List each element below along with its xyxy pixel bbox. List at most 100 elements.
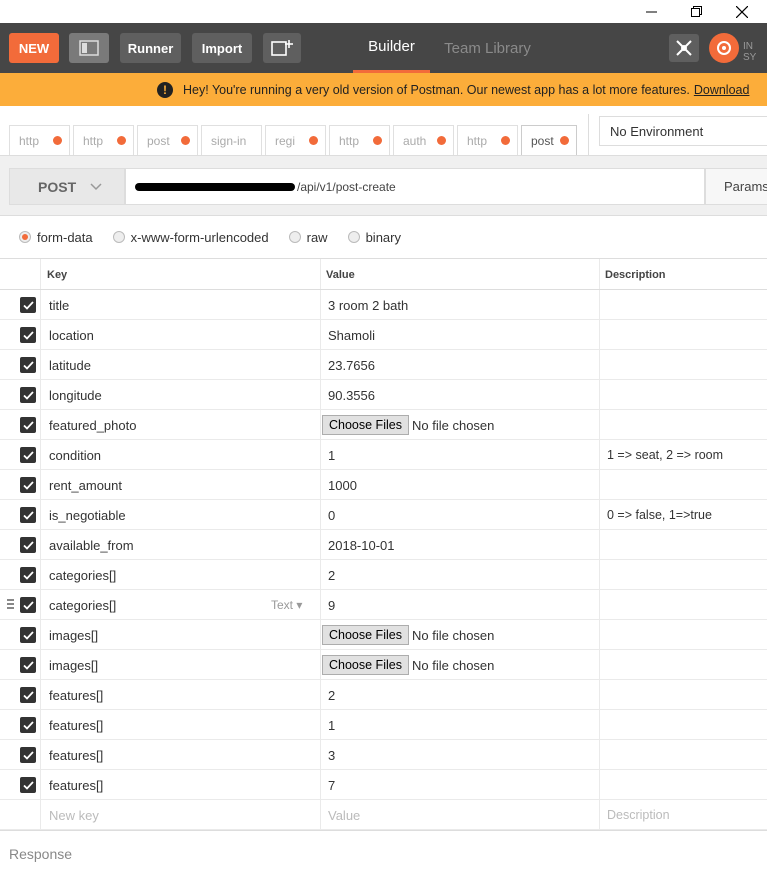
tab-team-library[interactable]: Team Library xyxy=(440,23,535,73)
new-value-input[interactable]: Value xyxy=(328,808,360,823)
restore-button[interactable] xyxy=(673,0,719,23)
value-cell[interactable]: 3 room 2 bath xyxy=(328,298,408,313)
key-cell[interactable]: images[] xyxy=(49,658,98,673)
value-cell[interactable]: 7 xyxy=(328,778,335,793)
type-select[interactable]: Text ▾ xyxy=(271,598,302,612)
chevron-down-icon xyxy=(90,182,102,190)
table-row: features[] 3 xyxy=(0,740,767,770)
request-tab[interactable]: http xyxy=(9,125,70,155)
key-cell[interactable]: features[] xyxy=(49,718,103,733)
value-cell[interactable]: 1000 xyxy=(328,478,357,493)
row-checkbox[interactable] xyxy=(20,597,36,613)
new-button[interactable]: NEW xyxy=(9,33,59,63)
choose-files-button[interactable]: Choose Files xyxy=(322,655,409,675)
value-cell[interactable]: Shamoli xyxy=(328,328,375,343)
row-checkbox[interactable] xyxy=(20,477,36,493)
value-cell[interactable]: 2 xyxy=(328,688,335,703)
new-window-button[interactable] xyxy=(263,33,301,63)
radio-icon xyxy=(347,231,360,243)
interceptor-button[interactable] xyxy=(669,34,699,62)
value-cell[interactable]: 9 xyxy=(328,598,335,613)
table-row: longitude 90.3556 xyxy=(0,380,767,410)
value-cell[interactable]: 2 xyxy=(328,568,335,583)
row-checkbox[interactable] xyxy=(20,717,36,733)
description-cell[interactable]: 0 => false, 1=>true xyxy=(607,508,712,522)
row-checkbox[interactable] xyxy=(20,417,36,433)
description-cell[interactable]: 1 => seat, 2 => room xyxy=(607,448,723,462)
radio-label: x-www-form-urlencoded xyxy=(130,229,269,245)
radio-form-data[interactable]: form-data xyxy=(19,230,93,245)
row-checkbox[interactable] xyxy=(20,777,36,793)
checkmark-icon xyxy=(22,330,34,340)
row-checkbox[interactable] xyxy=(20,387,36,403)
close-button[interactable] xyxy=(719,0,765,23)
import-button[interactable]: Import xyxy=(192,33,252,63)
request-tab[interactable]: auth xyxy=(393,125,454,155)
key-cell[interactable]: is_negotiable xyxy=(49,508,126,523)
choose-files-button[interactable]: Choose Files xyxy=(322,625,409,645)
runner-button[interactable]: Runner xyxy=(120,33,181,63)
radio-binary[interactable]: binary xyxy=(347,230,401,245)
choose-files-button[interactable]: Choose Files xyxy=(322,415,409,435)
request-tab[interactable]: regi xyxy=(265,125,326,155)
value-cell[interactable]: 3 xyxy=(328,748,335,763)
row-checkbox[interactable] xyxy=(20,327,36,343)
key-cell[interactable]: features[] xyxy=(49,778,103,793)
environment-select[interactable]: No Environment xyxy=(599,116,767,146)
row-checkbox[interactable] xyxy=(20,627,36,643)
caret-down-icon: ▾ xyxy=(296,598,303,612)
request-tab[interactable]: http xyxy=(73,125,134,155)
key-cell[interactable]: images[] xyxy=(49,628,98,643)
radio-icon xyxy=(112,231,125,243)
drag-handle-icon[interactable] xyxy=(7,599,14,611)
key-cell[interactable]: rent_amount xyxy=(49,478,122,493)
value-cell[interactable]: 1 xyxy=(328,718,335,733)
radio-raw[interactable]: raw xyxy=(288,230,328,245)
value-cell[interactable]: 0 xyxy=(328,508,335,523)
row-checkbox[interactable] xyxy=(20,297,36,313)
request-tab[interactable]: http xyxy=(457,125,518,155)
key-cell[interactable]: title xyxy=(49,298,69,313)
header-description: Description xyxy=(605,269,666,281)
key-cell[interactable]: condition xyxy=(49,448,101,463)
value-cell[interactable]: 23.7656 xyxy=(328,358,375,373)
key-cell[interactable]: features[] xyxy=(49,748,103,763)
row-checkbox[interactable] xyxy=(20,447,36,463)
row-checkbox[interactable] xyxy=(20,747,36,763)
key-cell[interactable]: features[] xyxy=(49,688,103,703)
request-tab[interactable]: sign-in xyxy=(201,125,262,155)
restore-icon xyxy=(690,6,702,17)
key-cell[interactable]: available_from xyxy=(49,538,134,553)
row-checkbox[interactable] xyxy=(20,537,36,553)
key-cell[interactable]: longitude xyxy=(49,388,102,403)
url-input[interactable]: /api/v1/post-create xyxy=(125,168,705,205)
minimize-button[interactable] xyxy=(628,0,674,23)
key-cell[interactable]: location xyxy=(49,328,94,343)
row-checkbox[interactable] xyxy=(20,567,36,583)
radio-urlencoded[interactable]: x-www-form-urlencoded xyxy=(112,229,269,245)
row-checkbox[interactable] xyxy=(20,687,36,703)
new-key-input[interactable]: New key xyxy=(49,808,99,823)
params-button[interactable]: Params xyxy=(705,168,767,205)
unsaved-dot-icon xyxy=(501,136,510,145)
key-cell[interactable]: latitude xyxy=(49,358,91,373)
radio-selected-icon xyxy=(19,231,31,243)
request-tab[interactable]: post xyxy=(137,125,198,155)
key-cell[interactable]: categories[] xyxy=(49,598,116,613)
new-description-input[interactable]: Description xyxy=(607,808,670,822)
download-link[interactable]: Download xyxy=(694,83,750,97)
row-checkbox[interactable] xyxy=(20,357,36,373)
value-cell[interactable]: 90.3556 xyxy=(328,388,375,403)
row-checkbox[interactable] xyxy=(20,657,36,673)
method-select[interactable]: POST xyxy=(9,168,125,205)
tab-builder[interactable]: Builder xyxy=(353,23,430,73)
request-tab-active[interactable]: post xyxy=(521,125,577,155)
value-cell[interactable]: 1 xyxy=(328,448,335,463)
sync-status-button[interactable] xyxy=(709,33,739,63)
row-checkbox[interactable] xyxy=(20,507,36,523)
sidebar-toggle-button[interactable] xyxy=(69,33,109,63)
request-tab[interactable]: http xyxy=(329,125,390,155)
key-cell[interactable]: categories[] xyxy=(49,568,116,583)
key-cell[interactable]: featured_photo xyxy=(49,418,136,433)
value-cell[interactable]: 2018-10-01 xyxy=(328,538,395,553)
